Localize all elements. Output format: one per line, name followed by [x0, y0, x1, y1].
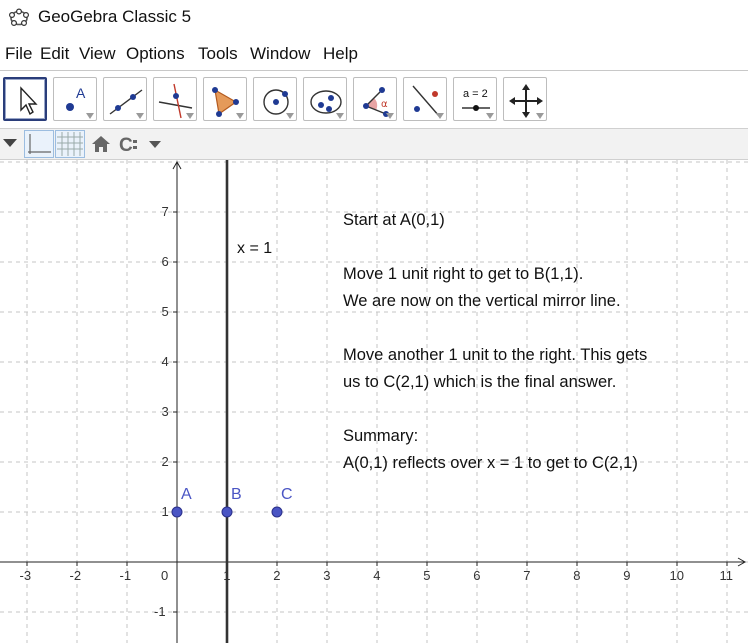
x-tick-label: 3 — [323, 568, 331, 583]
perpendicular-line-tool-button[interactable] — [153, 77, 197, 121]
y-tick-label: 7 — [161, 204, 169, 219]
note-line-5: us to C(2,1) which is the final answer. — [343, 373, 617, 391]
move-tool-icon — [20, 86, 38, 116]
geogebra-icon — [8, 8, 30, 27]
polygon-tool-button[interactable] — [203, 77, 247, 121]
svg-text:a = 2: a = 2 — [463, 88, 488, 100]
menu-help[interactable]: Help — [323, 44, 358, 64]
menu-window[interactable]: Window — [250, 44, 310, 64]
point-label-c: C — [281, 486, 293, 503]
point-tool-button[interactable]: A — [53, 77, 97, 121]
point-label-a: A — [181, 486, 192, 503]
window-title: GeoGebra Classic 5 — [38, 7, 192, 26]
svg-text:C: C — [119, 135, 133, 154]
y-tick-label: -1 — [154, 604, 166, 619]
note-line-4: Move another 1 unit to the right. This g… — [343, 346, 648, 364]
x-tick-label: 9 — [623, 568, 631, 583]
y-tick-label: 4 — [161, 354, 169, 369]
move-tool-button[interactable] — [3, 77, 47, 121]
menu-view[interactable]: View — [79, 44, 116, 64]
style-bar: C — [0, 128, 748, 160]
y-tick-label: 5 — [161, 304, 169, 319]
conic-tool-button[interactable] — [303, 77, 347, 121]
x-tick-label: 11 — [719, 568, 734, 583]
circle-tool-button[interactable] — [253, 77, 297, 121]
y-tick-label: 3 — [161, 404, 169, 419]
menu-options[interactable]: Options — [126, 44, 185, 64]
y-tick-label: 6 — [161, 254, 169, 269]
point-a[interactable] — [171, 506, 183, 518]
reflect-tool-button[interactable] — [403, 77, 447, 121]
show-grid-icon[interactable] — [55, 130, 85, 158]
title-bar: GeoGebra Classic 5 — [0, 0, 748, 36]
x-tick-label: 2 — [273, 568, 281, 583]
x-tick-label: -1 — [119, 568, 132, 583]
note-line-1: Start at A(0,1) — [343, 211, 445, 229]
home-icon[interactable] — [91, 134, 111, 154]
y-tick-label: 1 — [161, 504, 169, 519]
angle-tool-button[interactable]: α — [353, 77, 397, 121]
point-label-b: B — [231, 486, 242, 503]
point-b[interactable] — [221, 506, 233, 518]
x-tick-label: 5 — [423, 568, 431, 583]
menu-tools[interactable]: Tools — [198, 44, 238, 64]
x-tick-label: 1 — [223, 568, 231, 583]
x-tick-label: -2 — [69, 568, 82, 583]
y-tick-label: 2 — [161, 454, 169, 469]
graphics-view[interactable]: -3 -2 -1 0 1 2 3 4 5 6 7 8 9 10 11 7 6 5 4 3 2 1 -1 x = 1 ABC … — [0, 160, 748, 643]
x-tick-label: 7 — [523, 568, 531, 583]
menu-bar: File Edit View Options Tools Window Help — [0, 40, 748, 68]
note-line-2: Move 1 unit right to get to B(1,1). — [343, 265, 584, 283]
toggle-style-bar-icon[interactable] — [2, 137, 18, 149]
svg-text:A: A — [76, 85, 86, 101]
note-line-7: A(0,1) reflects over x = 1 to get to C(2… — [343, 454, 638, 472]
note-line-3: We are now on the vertical mirror line. — [343, 292, 621, 310]
x-tick-label: -3 — [19, 568, 32, 583]
note-line-6: Summary: — [343, 427, 419, 445]
point-capture-icon[interactable]: C — [119, 134, 165, 154]
x-tick-label: 6 — [473, 568, 481, 583]
vertical-line-label: x = 1 — [237, 240, 273, 257]
menu-edit[interactable]: Edit — [40, 44, 69, 64]
point-c[interactable] — [271, 506, 283, 518]
x-tick-label: 0 — [161, 568, 169, 583]
svg-text:α: α — [381, 99, 388, 110]
x-tick-label: 8 — [573, 568, 581, 583]
slider-tool-button[interactable]: a = 2 — [453, 77, 497, 121]
show-axes-icon[interactable] — [24, 130, 54, 158]
move-graphics-view-tool-button[interactable] — [503, 77, 547, 121]
menu-file[interactable]: File — [5, 44, 32, 64]
toolbar: A α a = 2 — [0, 70, 748, 127]
x-tick-label: 10 — [669, 568, 684, 583]
x-tick-label: 4 — [373, 568, 381, 583]
line-tool-button[interactable] — [103, 77, 147, 121]
